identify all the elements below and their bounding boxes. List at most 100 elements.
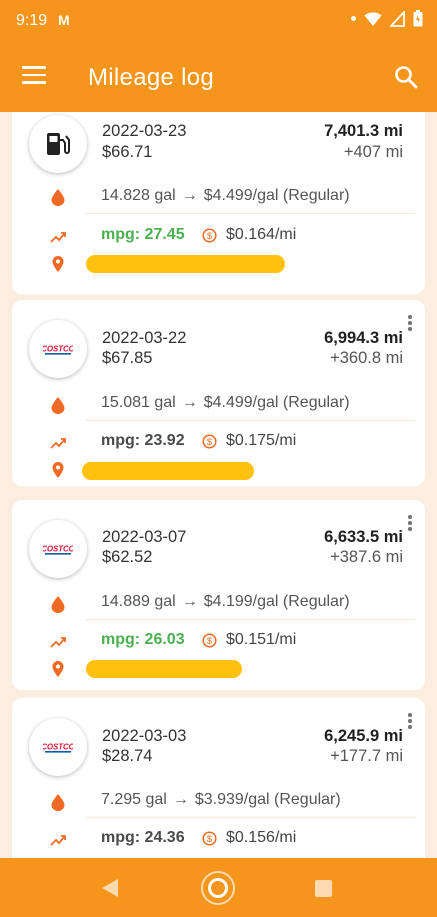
arrow-glyph: → (181, 394, 198, 411)
entry-cost: $67.85 (102, 349, 153, 367)
trending-up-icon (50, 438, 66, 449)
entry-date: 2022-03-03 (102, 727, 187, 745)
more-vert-icon[interactable] (407, 315, 413, 331)
mpg-value: mpg: 24.36 (101, 829, 185, 846)
cell-signal-icon (390, 10, 405, 27)
arrow-glyph: → (172, 791, 189, 808)
search-icon[interactable] (393, 64, 419, 90)
trending-up-icon (50, 232, 66, 243)
status-bar: 9:19 M (0, 0, 437, 42)
redacted-location (86, 660, 242, 678)
notification-dot-icon (351, 16, 356, 21)
wifi-icon (364, 11, 382, 26)
entry-distance: +177.7 mi (330, 747, 403, 765)
page-title: Mileage log (88, 64, 215, 91)
price-per-gallon: $4.499/gal (Regular) (203, 394, 350, 411)
mileage-log-list[interactable]: 2022-03-23 $66.71 7,401.3 mi +407 mi 14.… (0, 112, 437, 858)
location-pin-icon (52, 462, 64, 478)
location-pin-icon (52, 661, 64, 677)
svg-text:$: $ (207, 636, 212, 646)
svg-text:COSTCO: COSTCO (43, 344, 73, 353)
trending-up-icon (50, 835, 66, 846)
fuel-pump-icon (47, 133, 70, 155)
log-entry-card[interactable]: COSTCO 2022-03-22 $67.85 6,994.3 mi +360… (12, 300, 425, 486)
entry-odometer: 6,994.3 mi (324, 329, 403, 347)
cost-per-mile: $0.164/mi (226, 226, 297, 243)
arrow-glyph: → (181, 187, 198, 204)
entry-odometer: 7,401.3 mi (324, 122, 403, 140)
fuel-detail: 14.889 gal → $4.199/gal (Regular) (101, 593, 350, 611)
divider (86, 817, 415, 818)
entry-distance: +407 mi (343, 143, 403, 161)
more-vert-icon[interactable] (407, 713, 413, 729)
more-vert-icon[interactable] (407, 515, 413, 531)
battery-icon (413, 10, 423, 27)
dollar-circle-icon: $ (202, 633, 217, 648)
dollar-circle-icon: $ (202, 228, 217, 243)
status-icons (351, 10, 423, 27)
entry-cost: $62.52 (102, 548, 153, 566)
svg-text:COSTCO: COSTCO (43, 544, 73, 553)
costco-logo: COSTCO (43, 344, 73, 355)
gallons: 15.081 gal (101, 394, 176, 411)
price-per-gallon: $3.939/gal (Regular) (194, 791, 341, 808)
gallons: 14.828 gal (101, 187, 176, 204)
dollar-circle-icon: $ (202, 831, 217, 846)
hamburger-menu-icon[interactable] (22, 66, 46, 86)
station-logo: COSTCO (29, 520, 87, 578)
fuel-detail: 14.828 gal → $4.499/gal (Regular) (101, 187, 350, 205)
fuel-drop-icon (51, 596, 65, 613)
fuel-drop-icon (51, 397, 65, 414)
cost-per-mile: $0.151/mi (226, 631, 297, 648)
recents-icon[interactable] (315, 880, 332, 897)
divider (86, 213, 415, 214)
station-logo: COSTCO (29, 320, 87, 378)
entry-date: 2022-03-23 (102, 122, 187, 140)
fuel-drop-icon (51, 189, 65, 206)
home-button[interactable] (201, 871, 235, 905)
entry-odometer: 6,633.5 mi (324, 528, 403, 546)
entry-odometer: 6,245.9 mi (324, 727, 403, 745)
log-entry-card[interactable]: COSTCO 2022-03-03 $28.74 6,245.9 mi +177… (12, 698, 425, 858)
fuel-detail: 7.295 gal → $3.939/gal (Regular) (101, 791, 341, 809)
mpg-value: mpg: 27.45 (101, 226, 185, 243)
station-logo (29, 115, 87, 173)
dollar-circle-icon: $ (202, 434, 217, 449)
svg-text:$: $ (207, 437, 212, 447)
costco-logo: COSTCO (43, 742, 73, 753)
home-icon (208, 878, 228, 898)
log-entry-card[interactable]: COSTCO 2022-03-07 $62.52 6,633.5 mi +387… (12, 500, 425, 690)
mpg-value: mpg: 26.03 (101, 631, 185, 648)
fuel-detail: 15.081 gal → $4.499/gal (Regular) (101, 394, 350, 412)
system-nav-bar (0, 858, 437, 917)
entry-distance: +360.8 mi (330, 349, 403, 367)
svg-text:COSTCO: COSTCO (43, 742, 73, 751)
station-logo: COSTCO (29, 718, 87, 776)
fuel-drop-icon (51, 794, 65, 811)
status-time: 9:19 (16, 12, 48, 29)
gallons: 14.889 gal (101, 593, 176, 610)
entry-distance: +387.6 mi (330, 548, 403, 566)
app-bar: Mileage log (0, 42, 437, 112)
costco-logo: COSTCO (43, 544, 73, 555)
back-icon[interactable] (101, 878, 119, 898)
arrow-glyph: → (181, 593, 198, 610)
svg-text:$: $ (207, 834, 212, 844)
log-entry-card[interactable]: 2022-03-23 $66.71 7,401.3 mi +407 mi 14.… (12, 112, 425, 294)
redacted-location (86, 255, 285, 273)
cost-per-mile: $0.175/mi (226, 432, 297, 449)
redacted-location (82, 462, 254, 480)
entry-date: 2022-03-07 (102, 528, 187, 546)
gallons: 7.295 gal (101, 791, 167, 808)
entry-cost: $66.71 (102, 143, 153, 161)
entry-date: 2022-03-22 (102, 329, 187, 347)
entry-cost: $28.74 (102, 747, 153, 765)
mpg-value: mpg: 23.92 (101, 432, 185, 449)
location-pin-icon (52, 256, 64, 272)
trending-up-icon (50, 637, 66, 648)
divider (86, 619, 415, 620)
divider (86, 420, 415, 421)
price-per-gallon: $4.199/gal (Regular) (203, 593, 350, 610)
cost-per-mile: $0.156/mi (226, 829, 297, 846)
gmail-notification-icon: M (58, 12, 70, 28)
